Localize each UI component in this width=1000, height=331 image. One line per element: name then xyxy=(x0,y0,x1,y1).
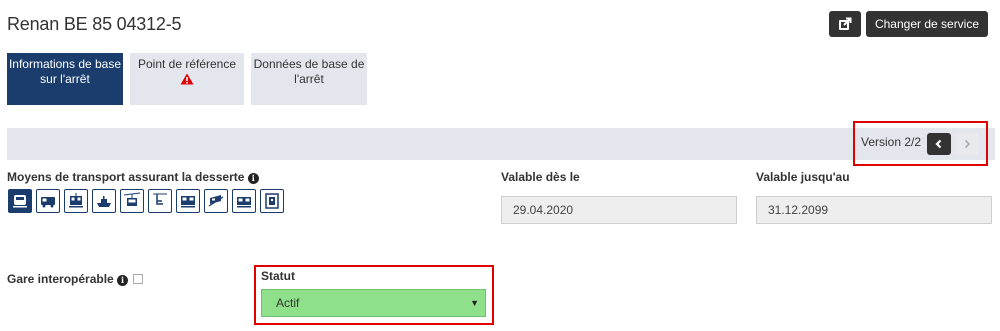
transport-icons xyxy=(8,189,284,213)
interop-label-group: Gare interopérable i xyxy=(7,272,144,286)
bus-icon[interactable] xyxy=(36,189,60,213)
chevron-left-icon xyxy=(935,139,942,149)
status-label: Statut xyxy=(261,269,295,283)
page-title: Renan BE 85 04312-5 xyxy=(7,14,182,34)
interop-label: Gare interopérable xyxy=(7,272,114,286)
boat-icon[interactable] xyxy=(92,189,116,213)
metro-icon[interactable] xyxy=(232,189,256,213)
chevron-right-icon xyxy=(964,139,971,149)
funicular-icon[interactable] xyxy=(204,189,228,213)
warning-icon xyxy=(130,73,244,89)
previous-version-button[interactable] xyxy=(927,133,951,155)
valid-to-field[interactable]: 31.12.2099 xyxy=(756,196,992,224)
tab-label: sur l'arrêt xyxy=(40,72,90,86)
export-button[interactable] xyxy=(829,11,861,37)
external-link-icon xyxy=(839,17,852,30)
info-icon[interactable]: i xyxy=(117,275,129,286)
status-value: Actif xyxy=(276,296,300,310)
train-icon[interactable] xyxy=(8,189,32,213)
change-service-button[interactable]: Changer de service xyxy=(866,11,988,37)
tab-donnees-de-base[interactable]: Données de base de l'arrêt xyxy=(251,53,367,105)
elevator-icon[interactable] xyxy=(260,189,284,213)
chairlift-icon[interactable] xyxy=(148,189,172,213)
caret-down-icon: ▼ xyxy=(470,298,479,308)
tab-label: Informations de base xyxy=(8,57,122,71)
valid-to-label: Valable jusqu'au xyxy=(756,170,850,184)
valid-from-field[interactable]: 29.04.2020 xyxy=(501,196,737,224)
next-version-button[interactable] xyxy=(955,133,979,155)
transport-label: Moyens de transport assurant la desserte… xyxy=(7,170,259,184)
tab-label: l'arrêt xyxy=(294,72,324,86)
valid-from-label: Valable dès le xyxy=(501,170,580,184)
interop-checkbox[interactable] xyxy=(133,274,144,284)
version-label: Version 2/2 xyxy=(861,135,922,149)
status-select[interactable]: Actif ▼ xyxy=(261,289,486,317)
rack-railway-icon[interactable] xyxy=(176,189,200,213)
tab-informations-de-base[interactable]: Informations de base sur l'arrêt xyxy=(7,53,123,105)
tab-label: Données de base de xyxy=(253,57,365,71)
cable-car-icon[interactable] xyxy=(120,189,144,213)
info-icon[interactable]: i xyxy=(247,173,259,184)
version-bar xyxy=(7,128,995,160)
tab-label: Point de référence xyxy=(137,57,237,71)
tab-point-de-reference[interactable]: Point de référence xyxy=(130,53,244,105)
tram-icon[interactable] xyxy=(64,189,88,213)
